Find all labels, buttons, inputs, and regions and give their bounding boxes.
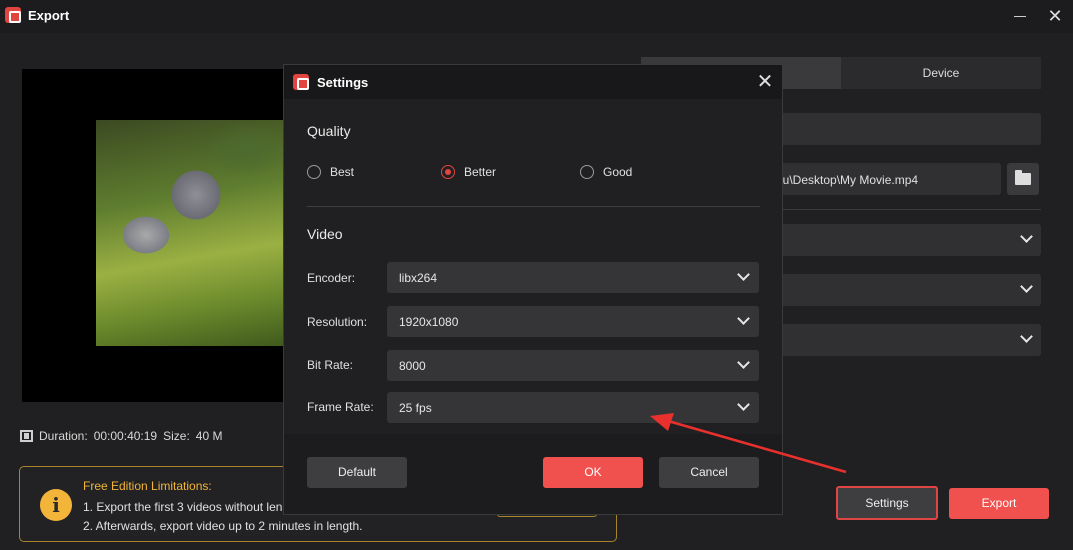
- quality-option-better[interactable]: Better: [441, 165, 496, 179]
- divider: [307, 206, 760, 207]
- export-button[interactable]: Export: [949, 488, 1049, 519]
- settings-dialog: Settings ✕ Quality Best Better Good Vide…: [283, 64, 783, 515]
- duration-info: Duration: 00:00:40:19 Size: 40 M: [20, 429, 222, 443]
- radio-selected-icon: [441, 165, 455, 179]
- encoder-select[interactable]: libx264: [387, 262, 759, 293]
- bitrate-label: Bit Rate:: [307, 358, 354, 372]
- resolution-label: Resolution:: [307, 315, 368, 329]
- size-label: Size:: [163, 429, 190, 443]
- dialog-title: Settings: [317, 75, 369, 90]
- info-icon: i: [40, 489, 72, 521]
- browse-folder-button[interactable]: [1007, 163, 1039, 195]
- size-value: 40 M: [195, 429, 223, 443]
- chevron-down-icon: [737, 268, 750, 281]
- close-icon[interactable]: ✕: [754, 71, 776, 93]
- radio-icon: [580, 165, 594, 179]
- quality-section-title: Quality: [307, 123, 351, 139]
- save-path-text: zlu\Desktop\My Movie.mp4: [774, 173, 919, 187]
- radio-label: Best: [330, 165, 355, 179]
- chevron-down-icon: [737, 398, 750, 411]
- app-logo-icon: [5, 7, 21, 23]
- encoder-label: Encoder:: [307, 271, 356, 285]
- ok-button[interactable]: OK: [543, 457, 643, 488]
- minimize-icon[interactable]: [1011, 6, 1029, 26]
- radio-label: Good: [603, 165, 633, 179]
- bitrate-select[interactable]: 8000: [387, 350, 759, 381]
- preview-frame-image: [96, 120, 284, 346]
- tab-device[interactable]: Device: [841, 57, 1041, 89]
- chevron-down-icon: [737, 312, 750, 325]
- folder-icon: [1015, 170, 1031, 185]
- title-bar: Export ✕: [0, 0, 1073, 33]
- cancel-button[interactable]: Cancel: [659, 457, 759, 488]
- radio-label: Better: [464, 165, 497, 179]
- dialog-header: Settings ✕: [284, 65, 782, 99]
- bitrate-value: 8000: [399, 359, 426, 373]
- limitations-line-2: 2. Afterwards, export video up to 2 minu…: [83, 519, 363, 533]
- limitations-line-1: 1. Export the first 3 videos without len: [83, 500, 283, 514]
- resolution-value: 1920x1080: [399, 315, 459, 329]
- close-window-icon[interactable]: ✕: [1045, 6, 1065, 26]
- framerate-label: Frame Rate:: [307, 400, 374, 414]
- framerate-select[interactable]: 25 fps: [387, 392, 759, 423]
- settings-button[interactable]: Settings: [836, 486, 938, 520]
- resolution-dropdown[interactable]: 1920x1080: [387, 306, 759, 337]
- duration-value: 00:00:40:19: [93, 429, 158, 443]
- chevron-down-icon: [1020, 230, 1033, 243]
- chevron-down-icon: [1020, 330, 1033, 343]
- limitations-title: Free Edition Limitations:: [83, 479, 212, 493]
- app-logo-icon: [293, 74, 309, 90]
- radio-icon: [307, 165, 321, 179]
- encoder-value: libx264: [399, 271, 438, 285]
- video-section-title: Video: [307, 226, 343, 242]
- window-title: Export: [28, 8, 70, 23]
- chevron-down-icon: [1020, 280, 1033, 293]
- quality-option-good[interactable]: Good: [580, 165, 632, 179]
- quality-option-best[interactable]: Best: [307, 165, 354, 179]
- default-button[interactable]: Default: [307, 457, 407, 488]
- chevron-down-icon: [737, 356, 750, 369]
- film-icon: [20, 430, 33, 442]
- framerate-value: 25 fps: [399, 401, 432, 415]
- duration-label: Duration:: [39, 429, 88, 443]
